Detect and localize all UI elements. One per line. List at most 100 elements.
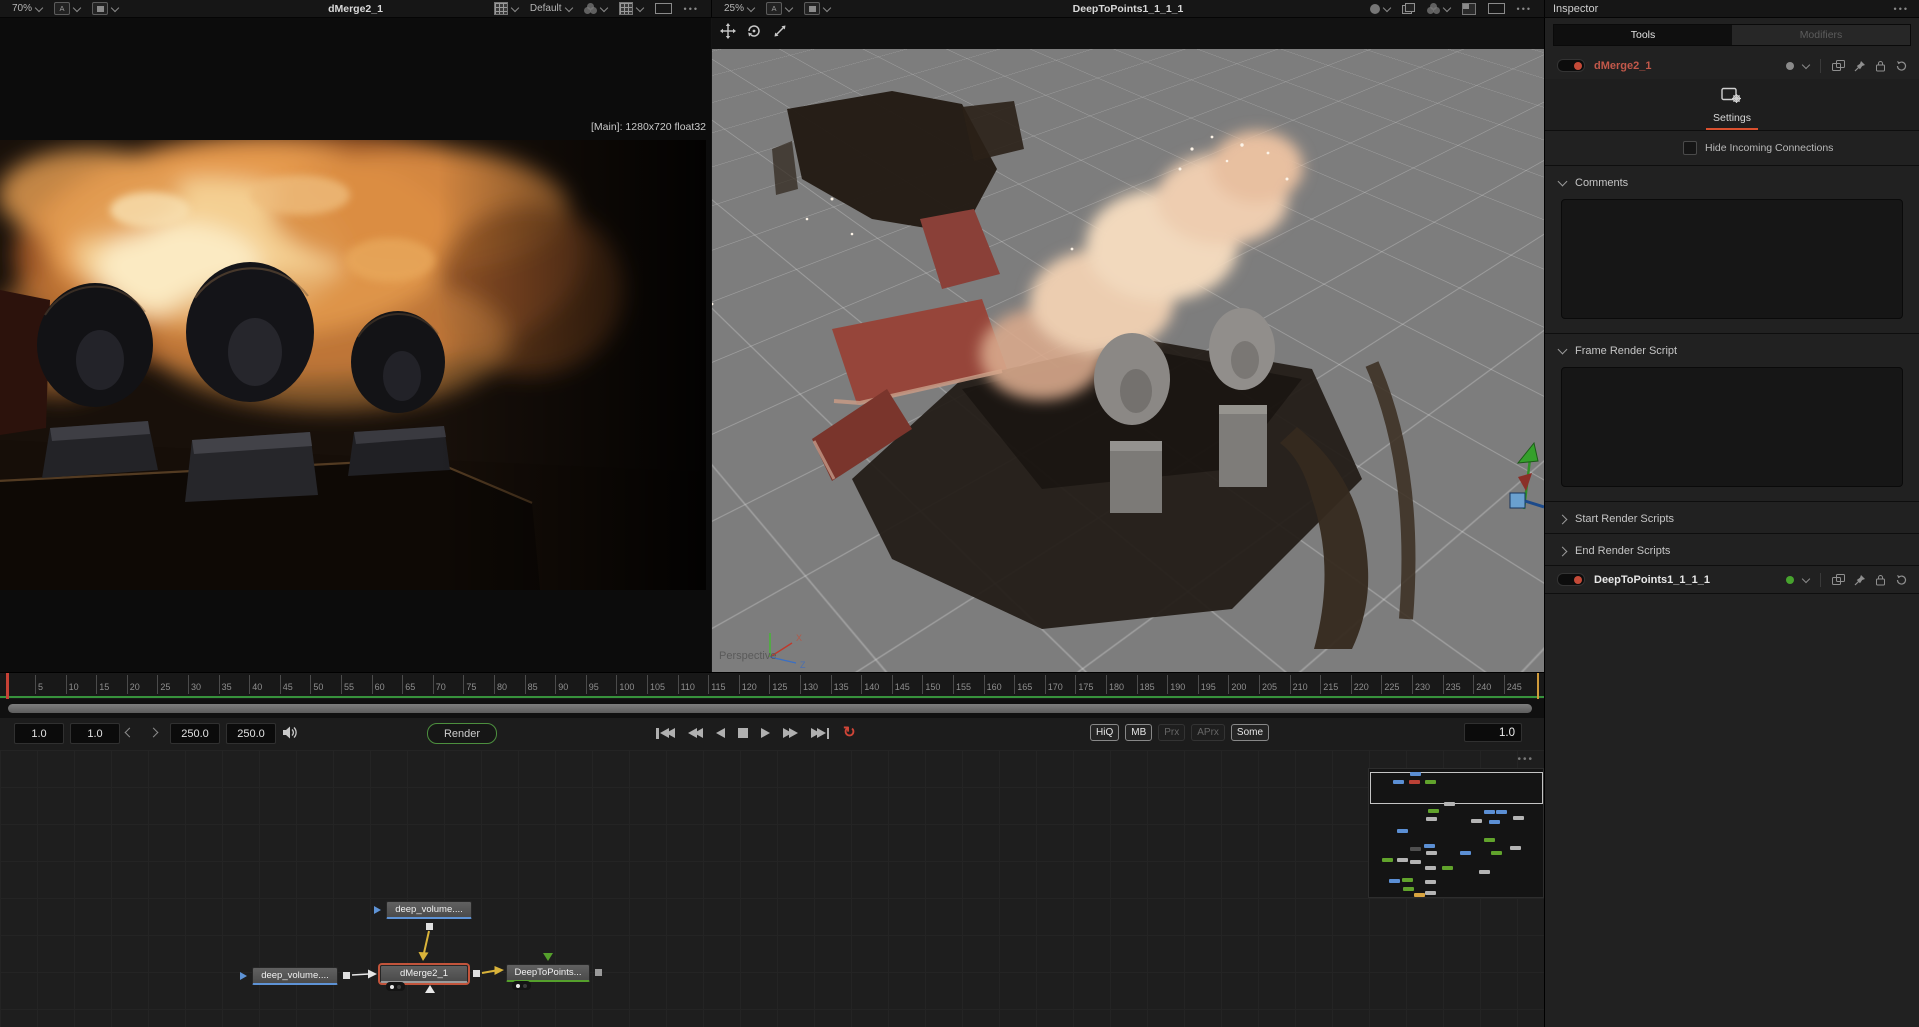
loop-button[interactable]: ↻ [843,726,856,740]
left-checker-toggle[interactable] [619,2,643,15]
viewer-3d[interactable]: X Z Perspective [712,17,1544,672]
section-comments[interactable]: Comments [1545,166,1919,197]
left-viewmode-select[interactable] [92,2,118,15]
hide-incoming-row: Hide Incoming Connections [1545,131,1919,166]
ruler-tick: 10 [66,675,67,694]
view-label[interactable]: Perspective [719,650,776,662]
viewer-2d[interactable]: [Main]: 1280x720 float32 [0,17,711,672]
node-editor[interactable]: ••• deep_volume....deep_volume....dMerge… [0,750,1544,1027]
render-start-field[interactable]: 1.0 [70,723,120,744]
step-forward-button[interactable] [150,729,158,737]
reset-icon[interactable] [1895,60,1907,72]
ruler-tick: 225 [1381,675,1382,694]
minimap-node [1425,866,1436,870]
left-roi-button[interactable] [655,3,672,14]
timeline-scrollbar[interactable] [8,704,1532,713]
ruler-tick: 140 [861,675,862,694]
global-end-field[interactable]: 250.0 [226,723,276,744]
lock-icon[interactable] [1875,60,1886,72]
right-viewer-options[interactable]: ••• [1517,4,1532,14]
node-enable-toggle[interactable] [1557,59,1585,72]
right-channel-select[interactable]: A [766,2,792,15]
fast-reverse-button[interactable] [688,728,703,738]
zoom-tool-icon[interactable] [772,23,788,39]
goto-end-button[interactable] [811,728,831,739]
section-end-render-scripts[interactable]: End Render Scripts [1545,534,1919,565]
graph-node-deepvolume[interactable]: deep_volume.... [252,967,338,985]
minimap-node [1403,887,1414,891]
hide-incoming-checkbox[interactable] [1683,141,1697,155]
ruler-tick: 115 [708,675,709,694]
flag-some[interactable]: Some [1231,724,1269,741]
left-color-controls[interactable] [584,3,607,14]
graph-node-deepvolume[interactable]: deep_volume.... [386,901,472,919]
minimap-node [1402,878,1413,882]
right-color-controls[interactable] [1427,3,1450,14]
node-color-led[interactable] [1786,576,1794,584]
section-frame-render-script[interactable]: Frame Render Script [1545,334,1919,365]
thumbnail-icon [804,2,820,15]
settings-gear-icon[interactable] [1721,87,1743,104]
play-button[interactable] [761,728,770,738]
output-port [595,969,602,976]
current-frame-field[interactable]: 1.0 [1464,723,1522,742]
flag-hiq[interactable]: HiQ [1090,724,1119,741]
inspector-options[interactable]: ••• [1894,4,1909,14]
ruler-tick: 215 [1320,675,1321,694]
output-port [473,970,480,977]
right-viewer-title: DeepToPoints1_1_1_1 [832,3,1424,15]
range-end-marker [1537,673,1539,699]
pin-icon[interactable] [1854,574,1866,586]
left-zoom-select[interactable]: 70% [12,3,42,14]
node-enable-toggle[interactable] [1557,573,1585,586]
stop-button[interactable] [738,728,748,738]
pan-tool-icon[interactable] [720,23,736,39]
comments-textarea[interactable] [1561,199,1903,319]
goto-start-button[interactable] [655,728,675,739]
step-back-button[interactable] [126,729,134,737]
render-button[interactable]: Render [427,723,497,744]
pin-icon[interactable] [1854,60,1866,72]
frame-render-script-textarea[interactable] [1561,367,1903,487]
ruler-tick: 220 [1351,675,1352,694]
play-reverse-button[interactable] [716,728,725,738]
left-viewer-options[interactable]: ••• [684,4,699,14]
node-color-led[interactable] [1786,62,1794,70]
graph-node-deeptopoints[interactable]: DeepToPoints... [506,964,590,982]
minimap-viewport-rect[interactable] [1370,772,1543,804]
audio-icon[interactable] [282,725,299,740]
orbit-tool-icon[interactable] [746,23,762,39]
section-start-render-scripts[interactable]: Start Render Scripts [1545,502,1919,533]
right-copy-view[interactable] [1402,3,1415,14]
settings-tab-label[interactable]: Settings [1545,112,1919,124]
right-roi-button[interactable] [1488,3,1505,14]
chevron-down-icon[interactable] [1802,60,1810,68]
perspective-viewport[interactable]: X Z Perspective [712,49,1544,672]
flag-prx[interactable]: Prx [1158,724,1185,741]
playhead[interactable] [6,673,9,699]
ruler-tick: 160 [984,675,985,694]
global-start-field[interactable]: 1.0 [14,723,64,744]
lock-icon[interactable] [1875,574,1886,586]
node-editor-minimap[interactable] [1368,768,1544,898]
right-zoom-select[interactable]: 25% [724,3,754,14]
right-quad-view[interactable] [1462,3,1476,15]
render-end-field[interactable]: 250.0 [170,723,220,744]
ruler-tick: 30 [188,675,189,694]
left-channel-select[interactable]: A [54,2,80,15]
right-viewmode-select[interactable] [804,2,830,15]
chevron-down-icon[interactable] [1802,574,1810,582]
fast-forward-button[interactable] [783,728,798,738]
versions-icon[interactable] [1832,60,1845,72]
flag-mb[interactable]: MB [1125,724,1152,741]
graph-node-dmerge21[interactable]: dMerge2_1 [380,965,468,983]
tab-modifiers[interactable]: Modifiers [1732,25,1910,45]
reset-icon[interactable] [1895,574,1907,586]
timeline-ruler[interactable]: 5101520253035404550556065707580859095100… [0,672,1544,699]
minimap-node [1425,880,1436,884]
tab-tools[interactable]: Tools [1554,25,1732,45]
node-name-label: DeepToPoints1_1_1_1 [1594,574,1710,586]
minimap-node [1397,829,1408,833]
versions-icon[interactable] [1832,574,1845,586]
flag-aprx[interactable]: APrx [1191,724,1225,741]
